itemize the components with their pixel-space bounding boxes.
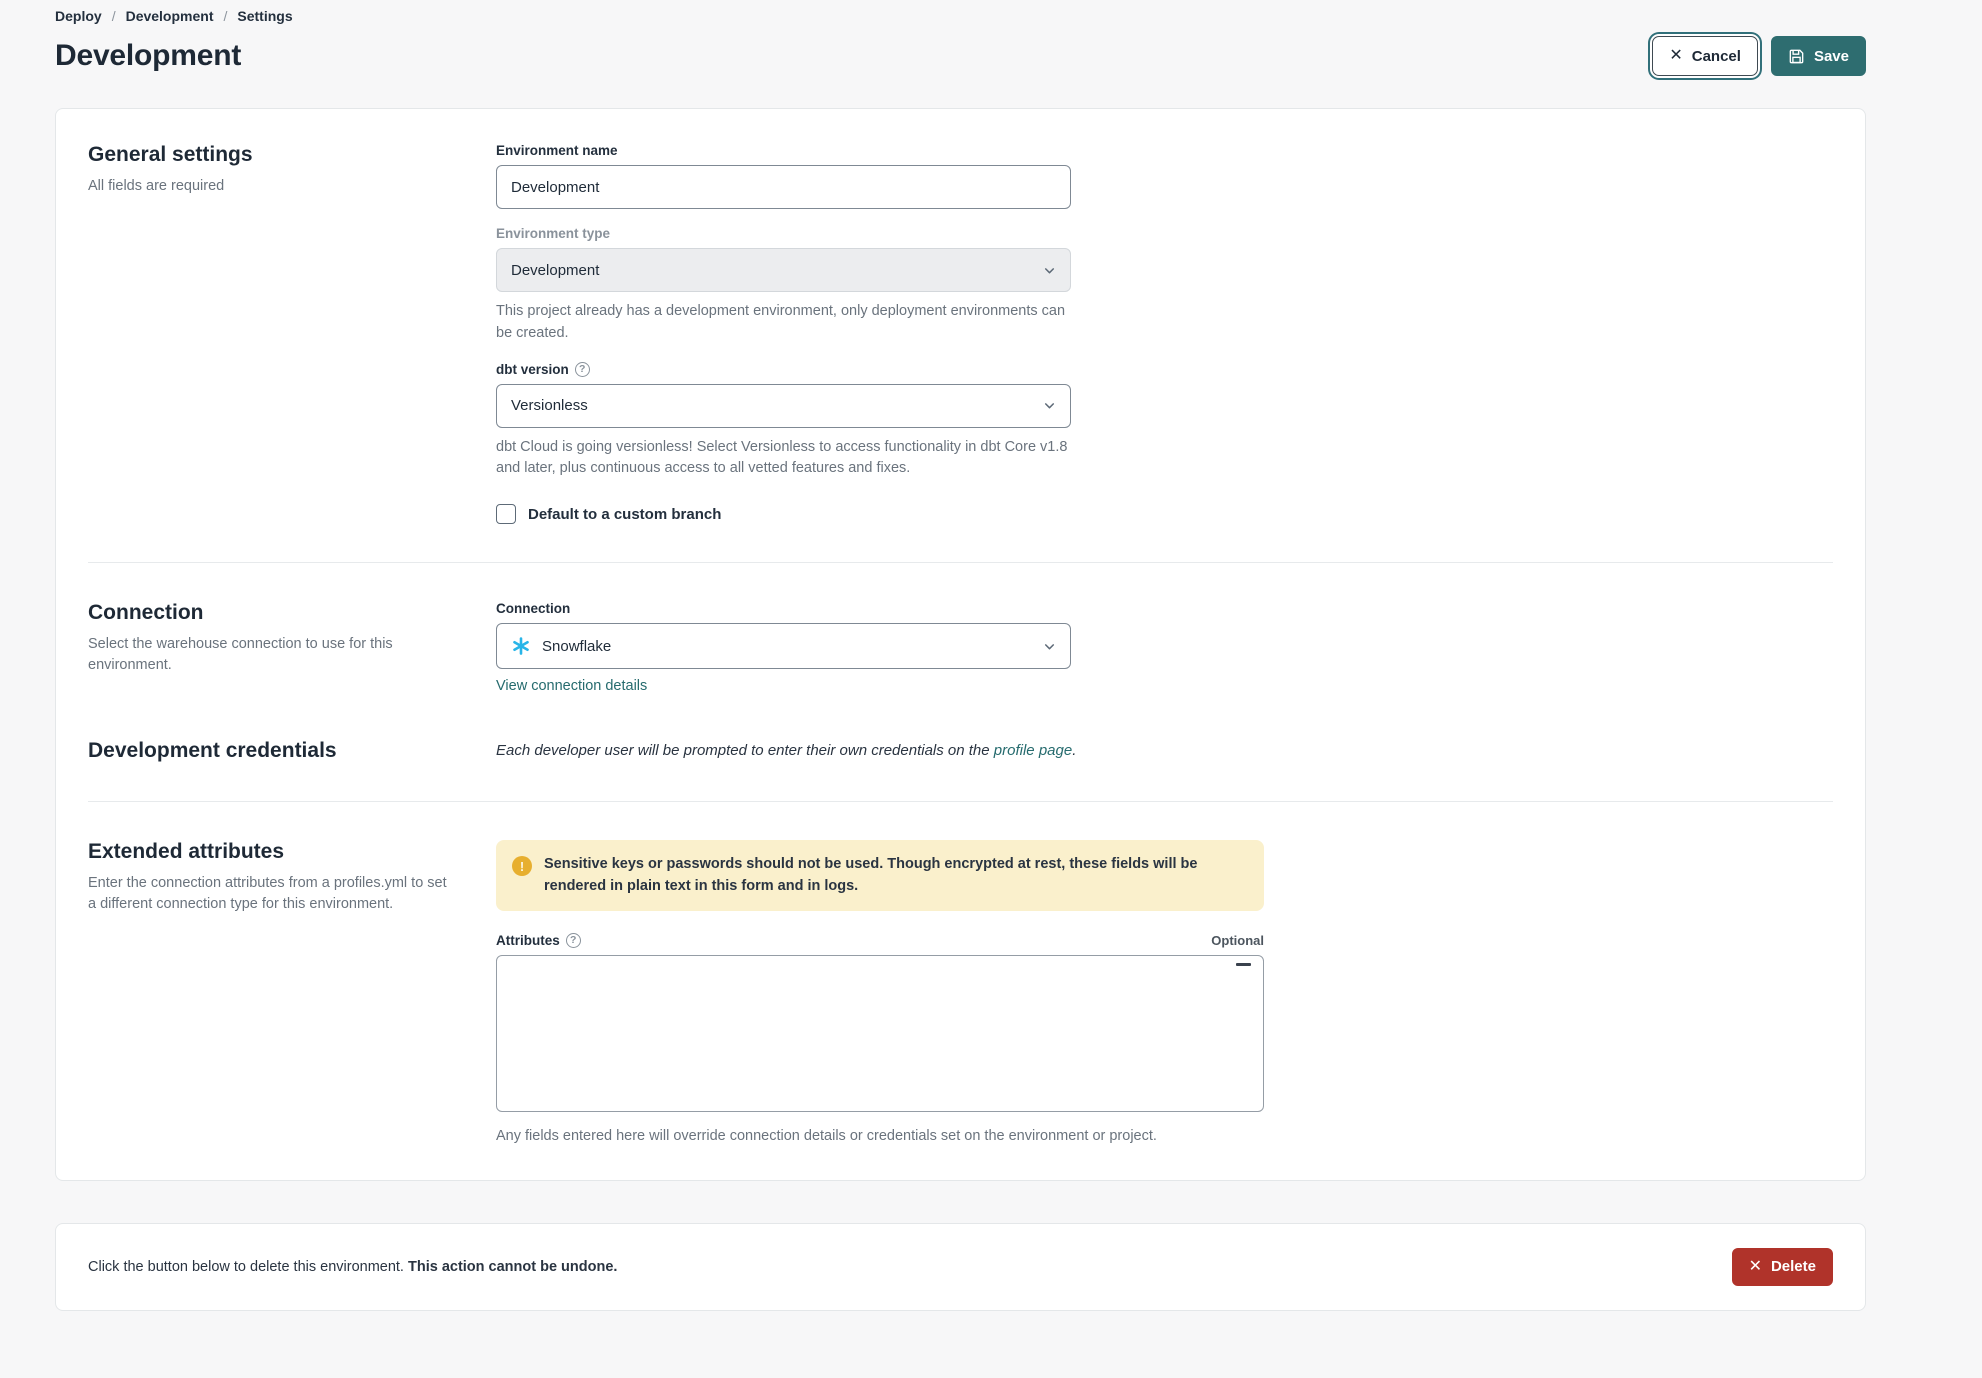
cancel-button[interactable]: ✕ Cancel <box>1652 36 1758 76</box>
connection-intro: Connection Select the warehouse connecti… <box>88 601 496 695</box>
credentials-note-text: Each developer user will be prompted to … <box>496 742 994 759</box>
connection-section: Connection Select the warehouse connecti… <box>88 601 1833 695</box>
chevron-down-icon <box>1043 640 1056 653</box>
custom-branch-row: Default to a custom branch <box>496 504 1071 524</box>
breadcrumb-separator: / <box>223 8 228 24</box>
dbt-version-select[interactable]: Versionless <box>496 383 1071 428</box>
breadcrumb: Deploy / Development / Settings <box>55 0 1866 24</box>
collapse-editor-icon[interactable] <box>1236 962 1251 966</box>
custom-branch-label: Default to a custom branch <box>528 505 722 523</box>
connection-heading: Connection <box>88 601 204 624</box>
save-button[interactable]: Save <box>1770 36 1866 76</box>
save-icon <box>1788 48 1805 65</box>
connection-form: Connection Snowflake View connection det… <box>496 601 1071 695</box>
environment-settings-page: Deploy / Development / Settings Developm… <box>0 0 1982 1378</box>
dbt-version-value: Versionless <box>511 397 588 414</box>
general-settings-form: Environment name Environment type Develo… <box>496 143 1071 524</box>
delete-button-label: Delete <box>1770 1258 1816 1276</box>
environment-name-input[interactable] <box>496 165 1071 209</box>
general-settings-section: General settings All fields are required… <box>88 143 1833 524</box>
attributes-label-row: Attributes ? Optional <box>496 932 1264 948</box>
warning-icon: ! <box>512 856 532 876</box>
credentials-note-suffix: . <box>1072 742 1077 759</box>
extended-attributes-form: ! Sensitive keys or passwords should not… <box>496 840 1264 1148</box>
delete-text-bold: This action cannot be undone. <box>407 1258 618 1275</box>
environment-name-field: Environment name <box>496 143 1071 209</box>
environment-type-select: Development <box>496 248 1071 292</box>
settings-card: General settings All fields are required… <box>55 108 1866 1181</box>
environment-type-field: Environment type Development This projec… <box>496 226 1071 345</box>
environment-type-label: Environment type <box>496 226 611 241</box>
breadcrumb-development[interactable]: Development <box>126 8 214 24</box>
breadcrumb-deploy[interactable]: Deploy <box>55 8 102 24</box>
dbt-version-label-text: dbt version <box>496 361 569 377</box>
development-credentials-intro: Development credentials <box>88 739 496 763</box>
environment-name-label: Environment name <box>496 143 618 158</box>
breadcrumb-settings: Settings <box>237 8 293 24</box>
connection-field: Connection Snowflake View connection det… <box>496 601 1071 695</box>
profile-page-link[interactable]: profile page <box>994 742 1072 759</box>
help-icon[interactable]: ? <box>574 361 590 377</box>
breadcrumb-separator: / <box>111 8 116 24</box>
header-actions: ✕ Cancel Save <box>1652 36 1866 76</box>
extended-attributes-subheading: Enter the connection attributes from a p… <box>88 875 447 913</box>
extended-attributes-heading: Extended attributes <box>88 840 285 863</box>
attributes-label: Attributes ? <box>496 932 581 948</box>
connection-subheading: Select the warehouse connection to use f… <box>88 636 393 674</box>
close-icon: ✕ <box>1669 47 1683 64</box>
section-divider <box>88 562 1833 563</box>
environment-type-value: Development <box>511 261 600 279</box>
cancel-button-label: Cancel <box>1691 47 1741 65</box>
delete-text-normal: Click the button below to delete this en… <box>88 1258 408 1275</box>
dbt-version-label: dbt version ? <box>496 361 1071 377</box>
extended-attributes-section: Extended attributes Enter the connection… <box>88 840 1833 1148</box>
custom-branch-checkbox[interactable] <box>496 504 516 524</box>
optional-badge: Optional <box>1211 932 1264 948</box>
connection-label: Connection <box>496 601 571 616</box>
general-settings-intro: General settings All fields are required <box>88 143 496 524</box>
general-settings-subheading: All fields are required <box>88 178 225 194</box>
view-connection-details-link[interactable]: View connection details <box>496 678 647 694</box>
sensitive-keys-warning: ! Sensitive keys or passwords should not… <box>496 840 1264 911</box>
extended-attributes-intro: Extended attributes Enter the connection… <box>88 840 496 1148</box>
attributes-helper: Any fields entered here will override co… <box>496 1127 1157 1144</box>
dbt-version-helper: dbt Cloud is going versionless! Select V… <box>496 438 1068 477</box>
chevron-down-icon <box>1043 264 1056 277</box>
development-credentials-note: Each developer user will be prompted to … <box>496 739 1264 763</box>
chevron-down-icon <box>1043 399 1056 412</box>
attributes-textarea[interactable] <box>496 954 1264 1112</box>
attributes-editor <box>496 954 1264 1117</box>
dbt-version-field: dbt version ? Versionless dbt Cloud is g… <box>496 361 1071 481</box>
connection-select[interactable]: Snowflake <box>496 623 1071 669</box>
connection-value: Snowflake <box>542 637 612 655</box>
development-credentials-heading: Development credentials <box>88 739 337 762</box>
delete-button[interactable]: ✕ Delete <box>1731 1247 1833 1286</box>
save-button-label: Save <box>1813 47 1849 65</box>
help-icon[interactable]: ? <box>565 932 581 948</box>
delete-environment-text: Click the button below to delete this en… <box>88 1259 617 1275</box>
close-icon: ✕ <box>1748 1257 1762 1275</box>
warning-text: Sensitive keys or passwords should not b… <box>544 856 1198 895</box>
section-divider <box>88 801 1833 802</box>
snowflake-icon <box>511 636 531 656</box>
page-title: Development <box>55 39 242 72</box>
page-header: Development ✕ Cancel Save <box>55 36 1866 76</box>
development-credentials-section: Development credentials Each developer u… <box>88 739 1833 763</box>
general-settings-heading: General settings <box>88 143 253 166</box>
attributes-label-text: Attributes <box>496 932 560 948</box>
delete-environment-card: Click the button below to delete this en… <box>55 1222 1866 1311</box>
environment-type-helper: This project already has a development e… <box>496 303 1066 341</box>
